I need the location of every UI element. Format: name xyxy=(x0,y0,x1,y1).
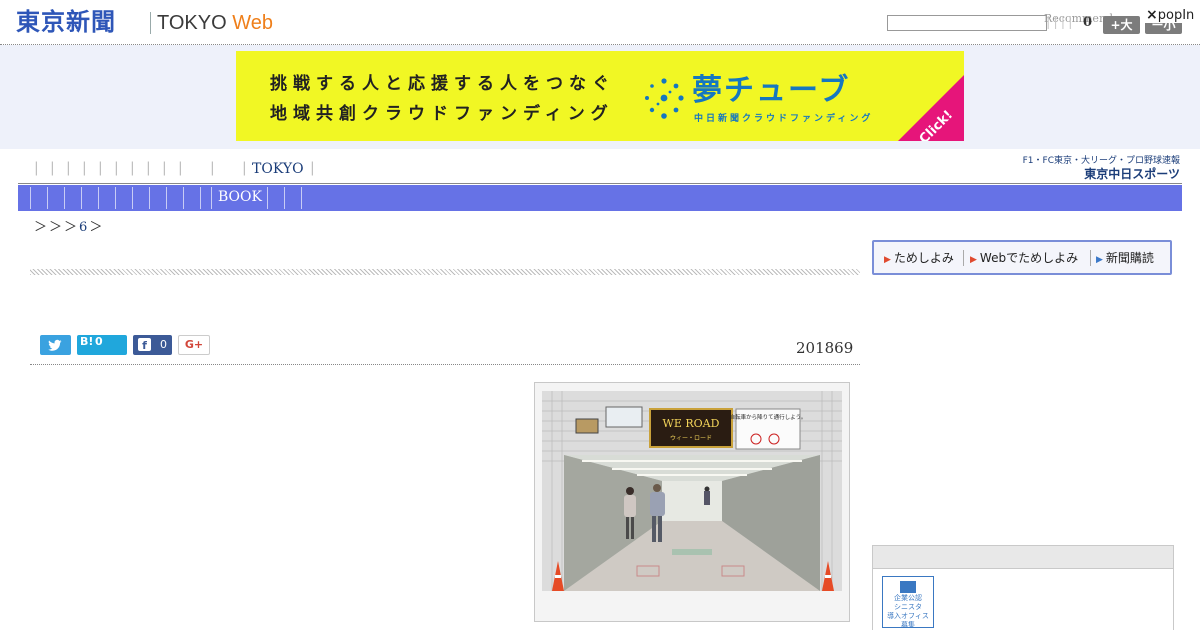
web-trial-read-link[interactable]: ▶ Webでためしよみ xyxy=(970,249,1078,266)
font-size-larger-button[interactable]: +大 xyxy=(1103,16,1140,34)
logo-en-suffix: Web xyxy=(232,12,273,34)
office-recruit-badge[interactable]: 企業公認 シニスタ 導入オフィス 募集 xyxy=(882,576,934,629)
facebook-share-button[interactable]: f 0 xyxy=(133,335,172,355)
logo-divider xyxy=(150,12,151,34)
badge-line-2: シニスタ xyxy=(894,603,922,611)
arrow-right-icon: ▶ xyxy=(1096,255,1103,265)
badge-line-3: 導入オフィス xyxy=(887,612,929,620)
facebook-count: 0 xyxy=(160,338,167,351)
banner-subtitle: 中日新聞クラウドファンディング xyxy=(694,114,874,124)
sidebar-widget-header xyxy=(872,545,1174,569)
banner-line-2: 地域共創クラウドファンディング xyxy=(270,104,614,124)
photo-notice-text: 自転車から降りて通行しよう。 xyxy=(730,413,807,421)
twitter-share-button[interactable] xyxy=(40,335,71,355)
logo-en-prefix: TOKYO xyxy=(157,12,227,34)
breadcrumb-sep: ＞ xyxy=(64,220,80,235)
nav-link-tokyo[interactable]: TOKYO xyxy=(252,161,304,177)
trial-read-link[interactable]: ▶ ためしよみ xyxy=(884,249,954,266)
badge-line-1: 企業公認 xyxy=(894,594,922,602)
article-date: 201869 xyxy=(796,339,854,357)
badge-line-4: 募集 xyxy=(901,621,915,629)
close-icon: × xyxy=(1146,7,1158,23)
popin-close-button[interactable]: ×popIn xyxy=(1144,7,1197,23)
breadcrumb-page-link[interactable]: 6 xyxy=(79,220,89,235)
banner-brand-name: 夢チューブ xyxy=(692,73,851,108)
newspaper-subscribe-label: 新聞購読 xyxy=(1105,251,1154,265)
recommend-count: 0 xyxy=(1083,15,1093,30)
web-trial-read-label: Webでためしよみ xyxy=(979,251,1079,265)
subscription-links-box: ▶ ためしよみ ▶ Webでためしよみ ▶ 新聞購読 xyxy=(872,240,1172,275)
site-logo-tokyo-shimbun[interactable]: 東京新聞 xyxy=(16,6,116,38)
photo-sign-text: WE ROAD xyxy=(663,417,720,430)
photo-sign-subtext: ウィー・ロード xyxy=(670,434,712,442)
tokyo-chunichi-sports-link[interactable]: F1・FC東京・大リーグ・プロ野球速報 東京中日スポーツ xyxy=(1023,153,1180,183)
hatena-b-icon: B! xyxy=(80,335,94,348)
underpass-photo[interactable]: WE ROAD ウィー・ロード 自転車から降りて通行しよう。 xyxy=(542,391,842,591)
site-logo-tokyo-web[interactable]: TOKYO Web xyxy=(157,8,273,38)
article-header-rule xyxy=(30,364,860,365)
hatena-bookmark-button[interactable]: B! 0 xyxy=(77,335,127,355)
article-photo-frame: WE ROAD ウィー・ロード 自転車から降りて通行しよう。 xyxy=(534,382,850,622)
banner-copy: 挑戦する人と応援する人をつなぐ 地域共創クラウドファンディング xyxy=(270,69,615,129)
trial-read-label: ためしよみ xyxy=(893,251,954,265)
senior-staff-logo-icon xyxy=(900,581,916,593)
click-corner-badge: Click! xyxy=(898,75,964,141)
breadcrumb: ＞＞＞6＞ xyxy=(34,216,104,235)
sports-logo-text: 東京中日スポーツ xyxy=(1084,167,1180,181)
nav-row-primary: | | | | | | | | | | | | xyxy=(34,160,247,176)
breadcrumb-sep: ＞ xyxy=(89,220,105,235)
header-separator-lines: |||| xyxy=(1046,15,1076,30)
facebook-f-icon: f xyxy=(138,338,151,352)
crowdfunding-banner-ad[interactable]: 挑戦する人と応援する人をつなぐ 地域共創クラウドファンディング 夢チューブ 中日… xyxy=(236,51,964,141)
newspaper-subscribe-link[interactable]: ▶ 新聞購読 xyxy=(1096,249,1154,266)
twitter-bird-icon xyxy=(48,339,62,351)
nav-link-book[interactable]: BOOK xyxy=(218,189,262,205)
google-plus-share-button[interactable]: G+ xyxy=(178,335,210,355)
dotted-circle-icon xyxy=(645,78,684,119)
popin-label: popIn xyxy=(1157,8,1195,23)
arrow-right-icon: ▶ xyxy=(970,255,977,265)
nav-divider: | xyxy=(310,160,315,176)
nav-top-rule xyxy=(18,183,1182,184)
breadcrumb-sep: ＞ xyxy=(49,220,65,235)
banner-line-1: 挑戦する人と応援する人をつなぐ xyxy=(270,74,615,94)
arrow-right-icon: ▶ xyxy=(884,255,891,265)
breadcrumb-sep: ＞ xyxy=(34,220,50,235)
hatena-count: 0 xyxy=(95,335,103,348)
search-input[interactable] xyxy=(887,15,1047,31)
category-nav-bar xyxy=(18,185,1182,211)
article-title-rule xyxy=(30,269,860,275)
